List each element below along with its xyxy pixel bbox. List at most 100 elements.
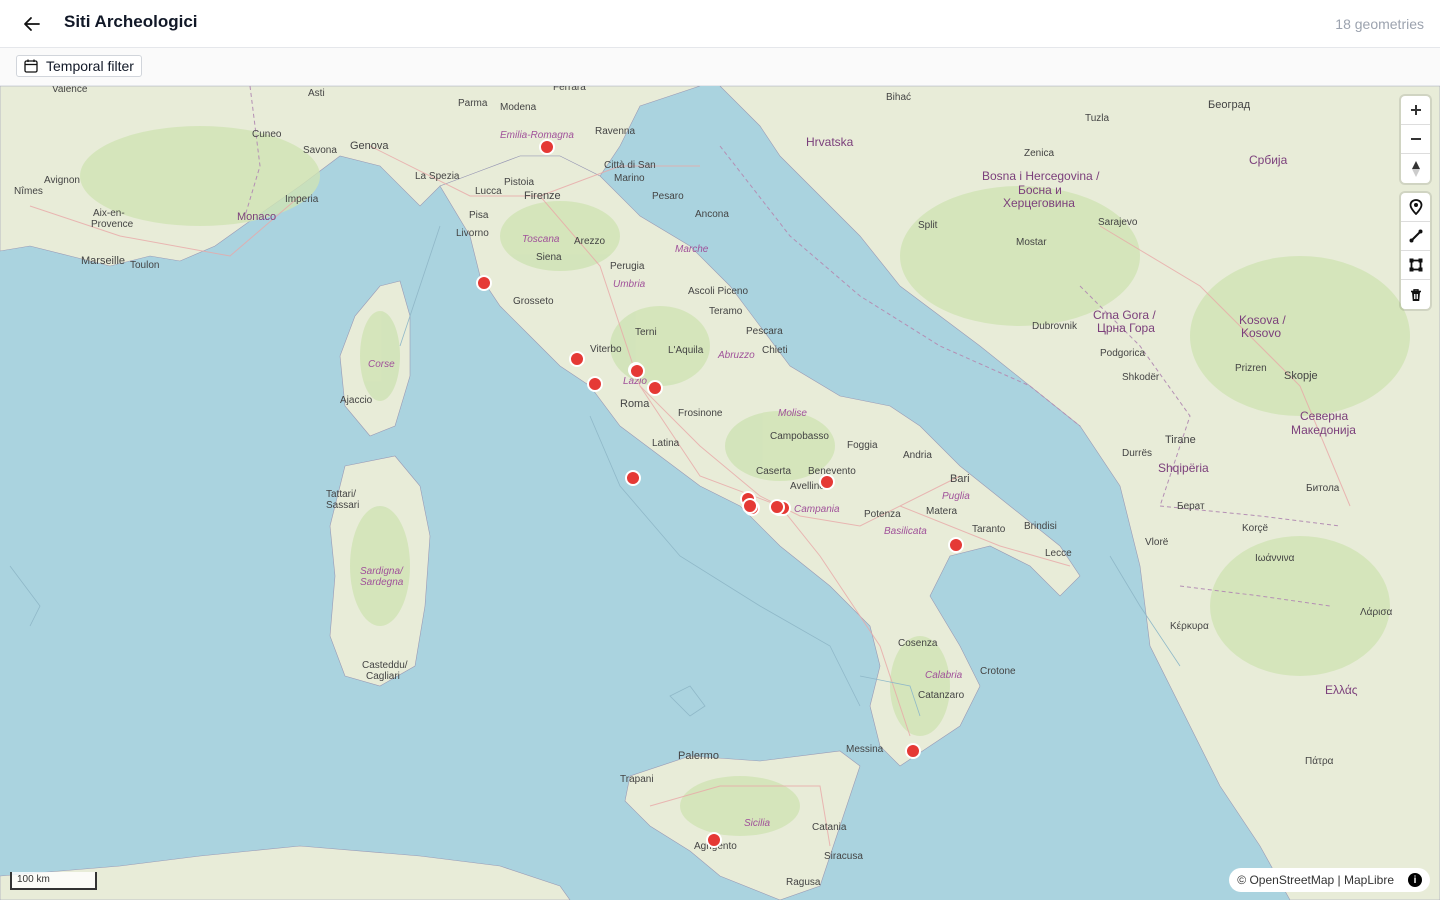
svg-text:Modena: Modena (500, 102, 537, 113)
map-marker[interactable] (706, 832, 722, 848)
svg-text:Siena: Siena (536, 252, 562, 263)
delete-button[interactable] (1401, 280, 1430, 309)
svg-text:Берат: Берат (1177, 501, 1205, 512)
svg-text:Pescara: Pescara (746, 326, 783, 337)
svg-text:Marche: Marche (675, 244, 709, 255)
svg-text:Prizren: Prizren (1235, 363, 1267, 374)
svg-text:Savona: Savona (303, 145, 337, 156)
svg-text:Brindisi: Brindisi (1024, 521, 1057, 532)
svg-text:Pesaro: Pesaro (652, 191, 684, 202)
svg-text:Tattari/: Tattari/ (326, 489, 356, 500)
draw-polygon-button[interactable] (1401, 251, 1430, 280)
map-marker[interactable] (742, 498, 758, 514)
trash-icon (1410, 288, 1421, 301)
svg-text:Palermo: Palermo (678, 750, 719, 762)
svg-text:Bari: Bari (950, 473, 970, 485)
svg-text:Ajaccio: Ajaccio (340, 395, 373, 406)
map-canvas[interactable]: Valence Asti Parma Modena Ferrara Cuneo … (0, 86, 1440, 900)
map-marker[interactable] (476, 275, 492, 291)
svg-text:Ελλάς: Ελλάς (1325, 683, 1358, 697)
svg-text:Sarajevo: Sarajevo (1098, 217, 1138, 228)
map-marker[interactable] (539, 139, 555, 155)
svg-text:Sassari: Sassari (326, 500, 359, 511)
map-marker[interactable] (905, 743, 921, 759)
svg-text:Terni: Terni (635, 327, 657, 338)
map-marker[interactable] (629, 363, 645, 379)
zoom-in-button[interactable] (1401, 96, 1430, 125)
map-marker[interactable] (647, 380, 663, 396)
svg-text:Molise: Molise (778, 408, 807, 419)
svg-text:Livorno: Livorno (456, 228, 489, 239)
map-marker[interactable] (819, 474, 835, 490)
svg-text:Pistoia: Pistoia (504, 177, 534, 188)
map-marker[interactable] (769, 499, 785, 515)
map-marker[interactable] (569, 351, 585, 367)
map-marker[interactable] (587, 376, 603, 392)
svg-text:Северна: Северна (1300, 409, 1349, 423)
svg-text:Sardegna: Sardegna (360, 577, 404, 588)
polygon-icon (1409, 258, 1422, 272)
attribution: © OpenStreetMap | MapLibre i (1229, 868, 1430, 892)
svg-text:Србија: Србија (1249, 153, 1288, 167)
svg-text:Teramo: Teramo (709, 306, 743, 317)
draw-line-button[interactable] (1401, 222, 1430, 251)
svg-text:Provence: Provence (91, 219, 134, 230)
svg-text:Siracusa: Siracusa (824, 851, 863, 862)
svg-text:Split: Split (918, 220, 938, 231)
svg-text:Shkodër: Shkodër (1122, 372, 1160, 383)
zoom-out-button[interactable] (1401, 125, 1430, 154)
svg-text:Calabria: Calabria (925, 670, 963, 681)
scale-bar: 100 km (10, 872, 97, 890)
svg-text:Frosinone: Frosinone (678, 408, 723, 419)
svg-text:Korçë: Korçë (1242, 523, 1269, 534)
plus-icon (1410, 105, 1421, 115)
svg-text:Херцеговина: Херцеговина (1003, 196, 1075, 210)
svg-text:Pisa: Pisa (469, 210, 489, 221)
map-marker[interactable] (948, 537, 964, 553)
compass-button[interactable] (1401, 154, 1430, 183)
app-header: Siti Archeologici 18 geometries (0, 0, 1440, 48)
svg-text:Caserta: Caserta (756, 466, 791, 477)
svg-text:Tirane: Tirane (1165, 434, 1196, 446)
info-icon[interactable]: i (1408, 873, 1422, 887)
svg-text:Parma: Parma (458, 98, 488, 109)
svg-text:Monaco: Monaco (237, 211, 276, 223)
svg-text:Genova: Genova (350, 140, 389, 152)
svg-text:Dubrovnik: Dubrovnik (1032, 321, 1078, 332)
svg-text:Podgorica: Podgorica (1100, 348, 1145, 359)
svg-text:Београд: Београд (1208, 99, 1251, 111)
minus-icon (1410, 138, 1421, 140)
svg-text:Firenze: Firenze (524, 190, 561, 202)
svg-text:Lecce: Lecce (1045, 548, 1072, 559)
svg-text:Aix-en-: Aix-en- (93, 208, 125, 219)
svg-text:Nîmes: Nîmes (14, 186, 43, 197)
back-button[interactable] (20, 12, 44, 36)
svg-text:Zenica: Zenica (1024, 148, 1054, 159)
svg-text:Πάτρα: Πάτρα (1305, 755, 1334, 767)
svg-text:Casteddu/: Casteddu/ (362, 660, 408, 671)
svg-text:Benevento: Benevento (808, 466, 856, 477)
svg-text:Ravenna: Ravenna (595, 126, 635, 137)
calendar-icon (24, 59, 38, 73)
svg-text:Messina: Messina (846, 744, 884, 755)
svg-text:L'Aquila: L'Aquila (668, 345, 704, 356)
compass-icon (1411, 160, 1420, 177)
draw-point-button[interactable] (1401, 193, 1430, 222)
map-marker[interactable] (625, 470, 641, 486)
svg-text:Città di San: Città di San (604, 160, 656, 171)
filter-toolbar: Temporal filter (0, 48, 1440, 86)
svg-text:Latina: Latina (652, 438, 680, 449)
svg-text:Tuzla: Tuzla (1085, 113, 1110, 124)
page-title: Siti Archeologici (64, 12, 198, 31)
svg-text:Puglia: Puglia (942, 491, 970, 502)
svg-text:Taranto: Taranto (972, 524, 1006, 535)
svg-text:Црна Гора: Црна Гора (1097, 321, 1155, 335)
svg-text:Grosseto: Grosseto (513, 296, 554, 307)
svg-text:Skopje: Skopje (1284, 370, 1318, 382)
temporal-filter-button[interactable]: Temporal filter (16, 55, 142, 77)
svg-text:Crna Gora /: Crna Gora / (1093, 308, 1156, 322)
svg-text:Mostar: Mostar (1016, 237, 1047, 248)
map-pin-icon (1409, 199, 1422, 215)
svg-text:Cuneo: Cuneo (252, 129, 282, 140)
svg-text:Catanzaro: Catanzaro (918, 690, 965, 701)
